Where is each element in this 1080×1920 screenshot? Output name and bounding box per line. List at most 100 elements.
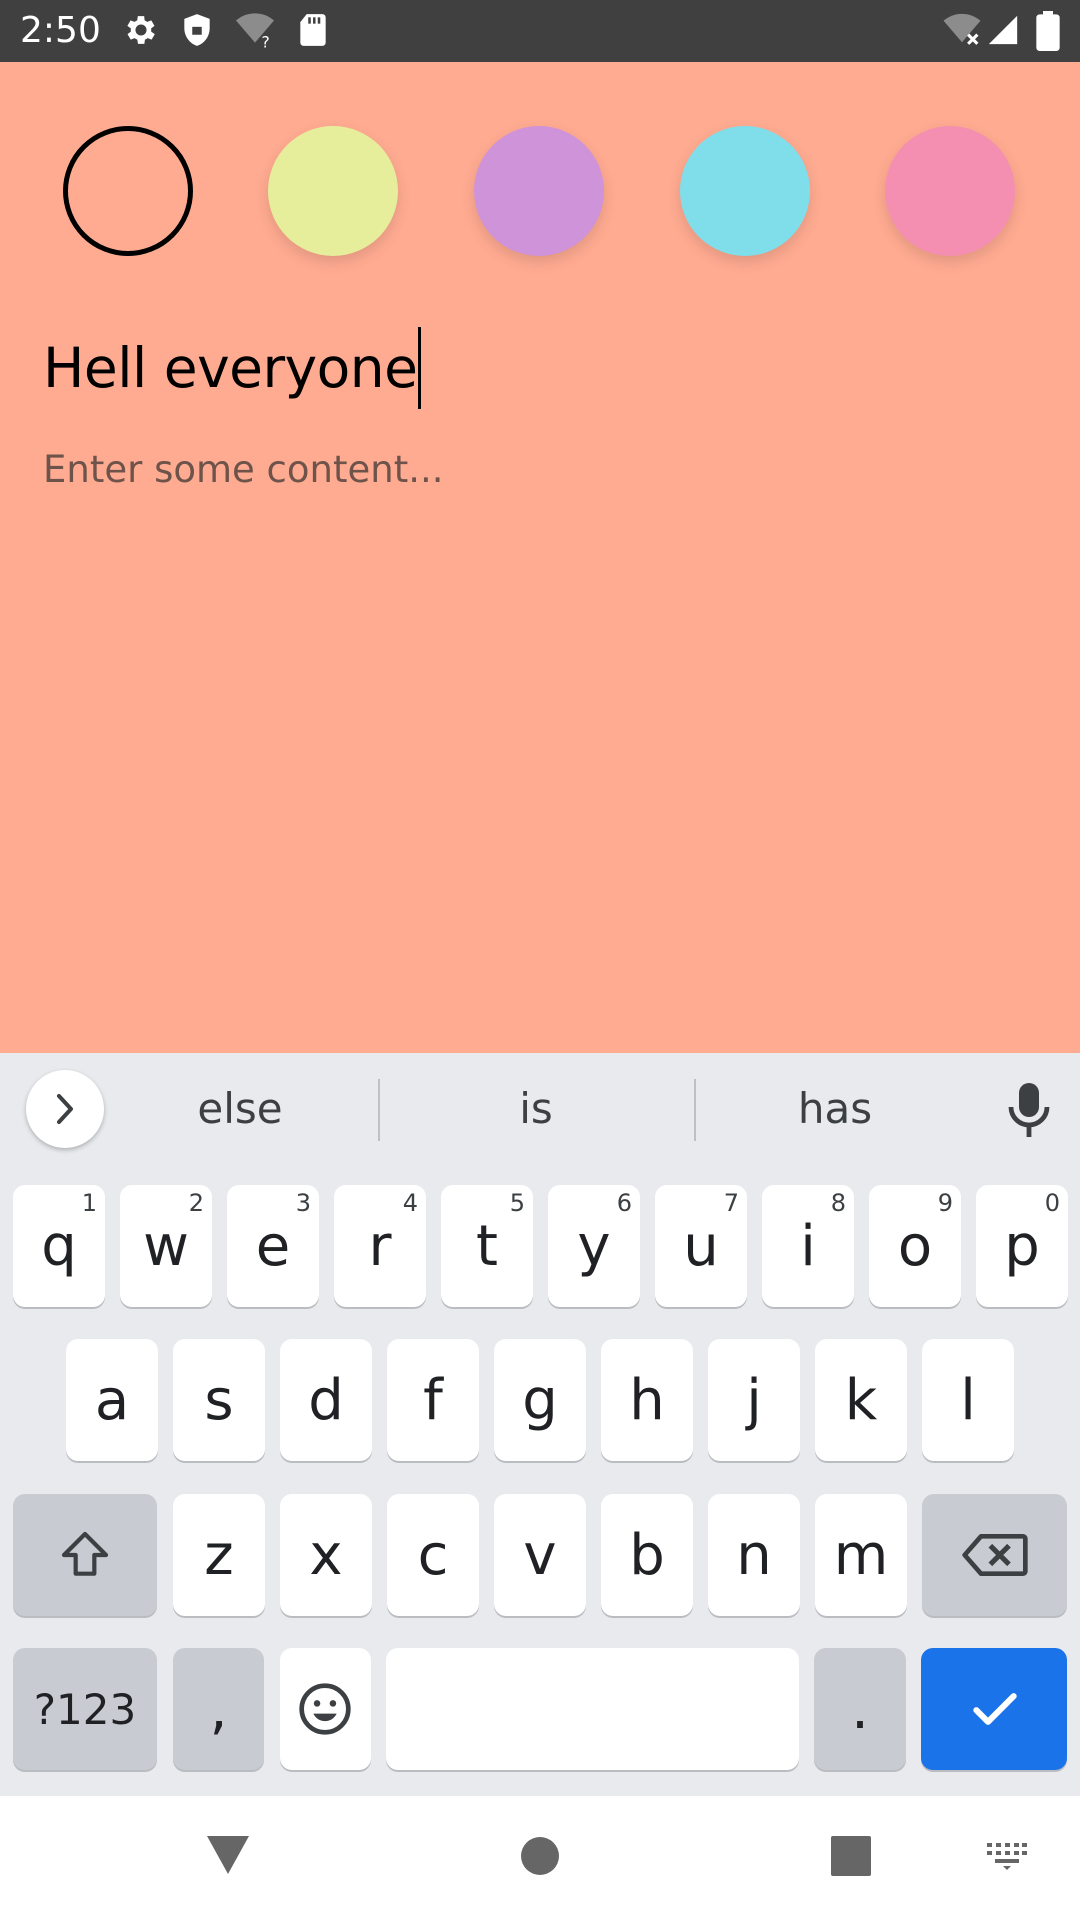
backspace-icon	[962, 1534, 1028, 1576]
key-g-label: g	[522, 1367, 558, 1433]
status-time: 2:50	[20, 10, 101, 51]
wifi-unknown-icon: ?	[236, 13, 274, 49]
key-t-hint: 5	[509, 1189, 525, 1217]
key-b-label: b	[629, 1522, 665, 1588]
signal-icon	[988, 15, 1018, 45]
key-u[interactable]: u7	[655, 1185, 747, 1307]
note-title-field[interactable]: Hell everyone	[43, 327, 422, 409]
key-j[interactable]: j	[708, 1339, 800, 1461]
key-w[interactable]: w2	[120, 1185, 212, 1307]
key-n[interactable]: n	[708, 1494, 800, 1616]
key-v-label: v	[523, 1522, 557, 1588]
text-cursor	[418, 327, 422, 409]
comma-key-label: ,	[209, 1676, 228, 1742]
key-i[interactable]: i8	[762, 1185, 854, 1307]
key-h[interactable]: h	[601, 1339, 693, 1461]
keyboard-switch-icon[interactable]	[986, 1842, 1028, 1870]
key-t[interactable]: t5	[441, 1185, 533, 1307]
color-swatch-yellow[interactable]	[268, 126, 398, 256]
key-o-hint: 9	[937, 1189, 953, 1217]
key-l[interactable]: l	[922, 1339, 1014, 1461]
color-swatch-pink[interactable]	[885, 126, 1015, 256]
note-title-text[interactable]: Hell everyone	[43, 336, 418, 400]
note-content-field[interactable]: Enter some content...	[43, 448, 444, 491]
key-i-hint: 8	[830, 1189, 846, 1217]
key-m[interactable]: m	[815, 1494, 907, 1616]
key-e-hint: 3	[295, 1189, 311, 1217]
key-d[interactable]: d	[280, 1339, 372, 1461]
key-p-hint: 0	[1044, 1189, 1060, 1217]
checkmark-icon	[973, 1693, 1017, 1725]
status-bar: 2:50 ?	[0, 0, 1080, 62]
key-d-label: d	[308, 1367, 344, 1433]
emoji-key[interactable]	[280, 1648, 371, 1770]
recents-icon[interactable]	[830, 1835, 872, 1877]
key-c[interactable]: c	[387, 1494, 479, 1616]
done-key[interactable]	[921, 1648, 1067, 1770]
wifi-off-icon	[943, 13, 981, 45]
period-key[interactable]: .	[814, 1648, 906, 1770]
microphone-icon[interactable]	[1005, 1081, 1053, 1139]
key-p[interactable]: p0	[976, 1185, 1068, 1307]
key-f[interactable]: f	[387, 1339, 479, 1461]
shift-icon	[61, 1531, 109, 1576]
key-c-label: c	[417, 1522, 449, 1588]
key-u-hint: 7	[723, 1189, 739, 1217]
key-r-hint: 4	[402, 1189, 418, 1217]
shield-icon	[184, 14, 210, 46]
key-y-hint: 6	[616, 1189, 632, 1217]
key-k-label: k	[844, 1367, 878, 1433]
key-q-hint: 1	[81, 1189, 97, 1217]
svg-text:?: ?	[261, 32, 269, 49]
navigation-bar	[0, 1796, 1080, 1920]
suggestion-divider	[378, 1079, 380, 1141]
key-k[interactable]: k	[815, 1339, 907, 1461]
key-m-label: m	[833, 1522, 889, 1588]
key-n-label: n	[736, 1522, 772, 1588]
key-q[interactable]: q1	[13, 1185, 105, 1307]
soft-keyboard: else is has q1w2e3r4t5y6u7i8o9p0 a s d f g h j…	[0, 1053, 1080, 1796]
sd-card-icon	[300, 14, 326, 46]
period-key-label: .	[851, 1676, 869, 1742]
key-g[interactable]: g	[494, 1339, 586, 1461]
color-swatch-coral[interactable]	[63, 126, 193, 256]
key-l-label: l	[960, 1367, 976, 1433]
suggestion-divider	[694, 1079, 696, 1141]
backspace-key[interactable]	[922, 1494, 1067, 1616]
settings-icon	[127, 16, 155, 44]
key-z-label: z	[204, 1522, 234, 1588]
battery-icon	[1036, 11, 1060, 51]
color-swatch-purple[interactable]	[474, 126, 604, 256]
key-h-label: h	[629, 1367, 665, 1433]
shift-key[interactable]	[13, 1494, 157, 1616]
key-s[interactable]: s	[173, 1339, 265, 1461]
key-o[interactable]: o9	[869, 1185, 961, 1307]
suggestion-expand-button[interactable]	[26, 1070, 104, 1148]
key-y[interactable]: y6	[548, 1185, 640, 1307]
emoji-icon	[299, 1683, 351, 1735]
key-f-label: f	[423, 1367, 443, 1433]
back-icon[interactable]	[205, 1834, 251, 1876]
symbols-key-label: ?123	[33, 1684, 137, 1734]
suggestion-1[interactable]: else	[140, 1078, 340, 1140]
key-z[interactable]: z	[173, 1494, 265, 1616]
key-x-label: x	[309, 1522, 343, 1588]
key-b[interactable]: b	[601, 1494, 693, 1616]
home-icon[interactable]	[520, 1836, 560, 1876]
chevron-right-icon	[57, 1094, 73, 1124]
key-a[interactable]: a	[66, 1339, 158, 1461]
suggestion-3[interactable]: has	[735, 1078, 935, 1140]
key-j-label: j	[746, 1367, 762, 1433]
key-r[interactable]: r4	[334, 1185, 426, 1307]
symbols-key[interactable]: ?123	[13, 1648, 157, 1770]
key-v[interactable]: v	[494, 1494, 586, 1616]
key-w-hint: 2	[188, 1189, 204, 1217]
key-a-label: a	[94, 1367, 130, 1433]
key-s-label: s	[204, 1367, 234, 1433]
key-e[interactable]: e3	[227, 1185, 319, 1307]
comma-key[interactable]: ,	[173, 1648, 264, 1770]
color-swatch-cyan[interactable]	[680, 126, 810, 256]
suggestion-2[interactable]: is	[436, 1078, 636, 1140]
key-x[interactable]: x	[280, 1494, 372, 1616]
space-key[interactable]	[386, 1648, 799, 1770]
